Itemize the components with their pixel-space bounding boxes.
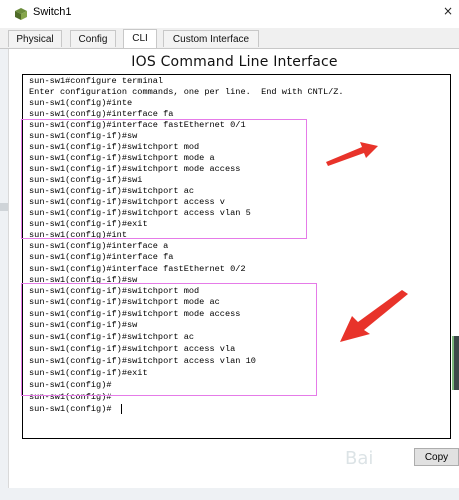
terminal-line: sun-sw1(config)#interface a: [29, 241, 169, 251]
terminal-line: sun-sw1(config-if)#switchport mod: [29, 142, 200, 152]
tab-cli[interactable]: CLI: [123, 29, 157, 48]
cli-heading: IOS Command Line Interface: [131, 54, 338, 70]
cli-terminal[interactable]: sun-sw1#configure terminal Enter configu…: [22, 74, 451, 439]
title-bar: Switch1 ×: [0, 0, 459, 29]
terminal-line: sun-sw1(config)#interface fa: [29, 252, 174, 262]
terminal-line: sun-sw1(config)#interface fa: [29, 109, 174, 119]
terminal-line: sun-sw1(config)#: [29, 380, 112, 390]
bottom-strip: [8, 488, 459, 500]
terminal-line: sun-sw1#configure terminal: [29, 76, 164, 86]
switch-icon: [15, 8, 27, 20]
terminal-line: sun-sw1(config-if)#exit: [29, 219, 148, 229]
copy-button[interactable]: Copy: [414, 448, 459, 466]
terminal-line: sun-sw1(config-if)#switchport mode a: [29, 153, 215, 163]
side-scroll-thumb[interactable]: [452, 336, 459, 390]
terminal-line: Enter configuration commands, one per li…: [29, 87, 344, 97]
terminal-line: sun-sw1(config-if)#swi: [29, 175, 143, 185]
cli-panel: IOS Command Line Interface sun-sw1#confi…: [8, 49, 459, 489]
left-edge: [0, 49, 8, 500]
terminal-line: sun-sw1(config-if)#switchport ac: [29, 332, 195, 342]
terminal-line: sun-sw1(config)#: [29, 392, 112, 402]
terminal-line: sun-sw1(config-if)#switchport mode acces…: [29, 164, 241, 174]
terminal-line: sun-sw1(config-if)#switchport access vla…: [29, 208, 251, 218]
terminal-line: sun-sw1(config-if)#switchport access vla…: [29, 356, 256, 366]
terminal-line: sun-sw1(config)#int: [29, 230, 127, 240]
left-edge-mark: [0, 203, 8, 211]
close-icon[interactable]: ×: [443, 4, 453, 18]
tab-bar: Physical Config CLI Custom Interface: [0, 28, 459, 49]
tab-config[interactable]: Config: [70, 30, 116, 47]
terminal-line: sun-sw1(config)#interface fastEthernet 0…: [29, 264, 246, 274]
terminal-line: sun-sw1(config-if)#switchport access v: [29, 197, 225, 207]
terminal-line: sun-sw1(config)#: [29, 404, 112, 414]
switch-window: Switch1 × Physical Config CLI Custom Int…: [0, 0, 459, 500]
terminal-line: sun-sw1(config)#inte: [29, 98, 133, 108]
terminal-cursor: [121, 404, 122, 414]
terminal-line: sun-sw1(config-if)#sw: [29, 131, 138, 141]
terminal-line: sun-sw1(config-if)#exit: [29, 368, 148, 378]
watermark-logo: Bai: [345, 448, 374, 469]
terminal-line: sun-sw1(config)#interface fastEthernet 0…: [29, 120, 246, 130]
terminal-line: sun-sw1(config-if)#switchport access vla: [29, 344, 236, 354]
terminal-line: sun-sw1(config-if)#switchport mod: [29, 286, 200, 296]
terminal-line: sun-sw1(config-if)#sw: [29, 275, 138, 285]
terminal-line: sun-sw1(config-if)#switchport mode acces…: [29, 309, 241, 319]
terminal-line: sun-sw1(config-if)#sw: [29, 320, 138, 330]
terminal-line: sun-sw1(config-if)#switchport mode ac: [29, 297, 220, 307]
tab-custom-interface[interactable]: Custom Interface: [163, 30, 259, 47]
tab-physical[interactable]: Physical: [8, 30, 62, 47]
window-title: Switch1: [33, 6, 72, 18]
terminal-line: sun-sw1(config-if)#switchport ac: [29, 186, 195, 196]
